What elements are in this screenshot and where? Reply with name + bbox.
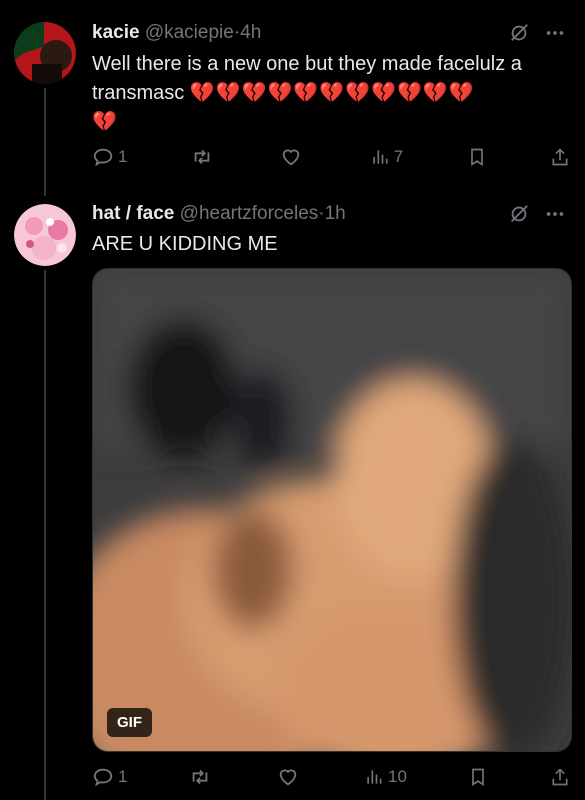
like-icon xyxy=(279,769,296,786)
views-button[interactable]: 7 xyxy=(370,147,403,167)
gif-badge: GIF xyxy=(107,708,152,737)
broken-heart-emoji-wrap: 💔 xyxy=(92,111,118,133)
handle[interactable]: @heartzforceles xyxy=(180,203,319,224)
views-icon xyxy=(373,150,388,164)
reply-icon xyxy=(93,768,113,787)
more-icon[interactable] xyxy=(544,203,566,230)
timestamp[interactable]: 1h xyxy=(325,203,346,224)
retweet-icon xyxy=(194,149,210,165)
share-icon xyxy=(552,148,568,166)
more-icon[interactable] xyxy=(544,22,566,49)
retweet-button[interactable] xyxy=(189,766,215,788)
tweet-header: kacie @kaciepie·4h xyxy=(92,22,261,44)
reply-count: 1 xyxy=(118,147,128,166)
bookmark-button[interactable] xyxy=(467,147,487,167)
bookmark-icon xyxy=(472,768,485,787)
share-button[interactable] xyxy=(550,767,570,787)
retweet-icon xyxy=(192,769,208,785)
tweet-actions: 1 7 xyxy=(92,146,570,168)
grok-icon[interactable] xyxy=(508,22,530,49)
tweet-actions-2: 1 10 xyxy=(92,766,570,788)
views-button[interactable]: 10 xyxy=(364,767,407,787)
tweet-text-content: ARE U KIDDING ME xyxy=(92,233,278,255)
views-icon xyxy=(367,770,382,784)
broken-heart-emojis: 💔💔💔💔💔💔💔💔💔💔💔 xyxy=(189,82,475,104)
display-name[interactable]: kacie xyxy=(92,22,140,43)
reply-count: 1 xyxy=(118,767,128,786)
share-button[interactable] xyxy=(550,147,570,167)
handle[interactable]: @kaciepie xyxy=(145,22,234,43)
views-count: 10 xyxy=(388,767,407,786)
bookmark-icon xyxy=(470,148,483,167)
like-button[interactable] xyxy=(277,766,303,788)
retweet-button[interactable] xyxy=(191,146,217,168)
share-icon xyxy=(552,768,568,786)
tweet-top-icons xyxy=(508,22,566,49)
tweet-header-2: hat / face @heartzforceles·1h xyxy=(92,203,346,225)
gif-media[interactable]: GIF xyxy=(92,268,572,752)
thread-line-lower xyxy=(44,270,46,800)
avatar-kacie[interactable] xyxy=(14,22,76,84)
reply-button[interactable]: 1 xyxy=(92,146,127,168)
like-icon xyxy=(283,149,300,166)
grok-icon[interactable] xyxy=(508,203,530,230)
tweet-top-icons-2 xyxy=(508,203,566,230)
bookmark-button[interactable] xyxy=(468,767,488,787)
avatar-hat-face[interactable] xyxy=(14,204,76,266)
like-button[interactable] xyxy=(280,146,306,168)
reply-button[interactable]: 1 xyxy=(92,766,127,788)
views-count: 7 xyxy=(393,147,404,166)
display-name[interactable]: hat / face xyxy=(92,203,174,224)
thread-line xyxy=(44,88,46,196)
tweet-text-2: ARE U KIDDING ME xyxy=(92,230,562,259)
timestamp[interactable]: 4h xyxy=(240,22,261,43)
tweet-text: Well there is a new one but they made fa… xyxy=(92,50,562,137)
reply-icon xyxy=(93,148,113,167)
